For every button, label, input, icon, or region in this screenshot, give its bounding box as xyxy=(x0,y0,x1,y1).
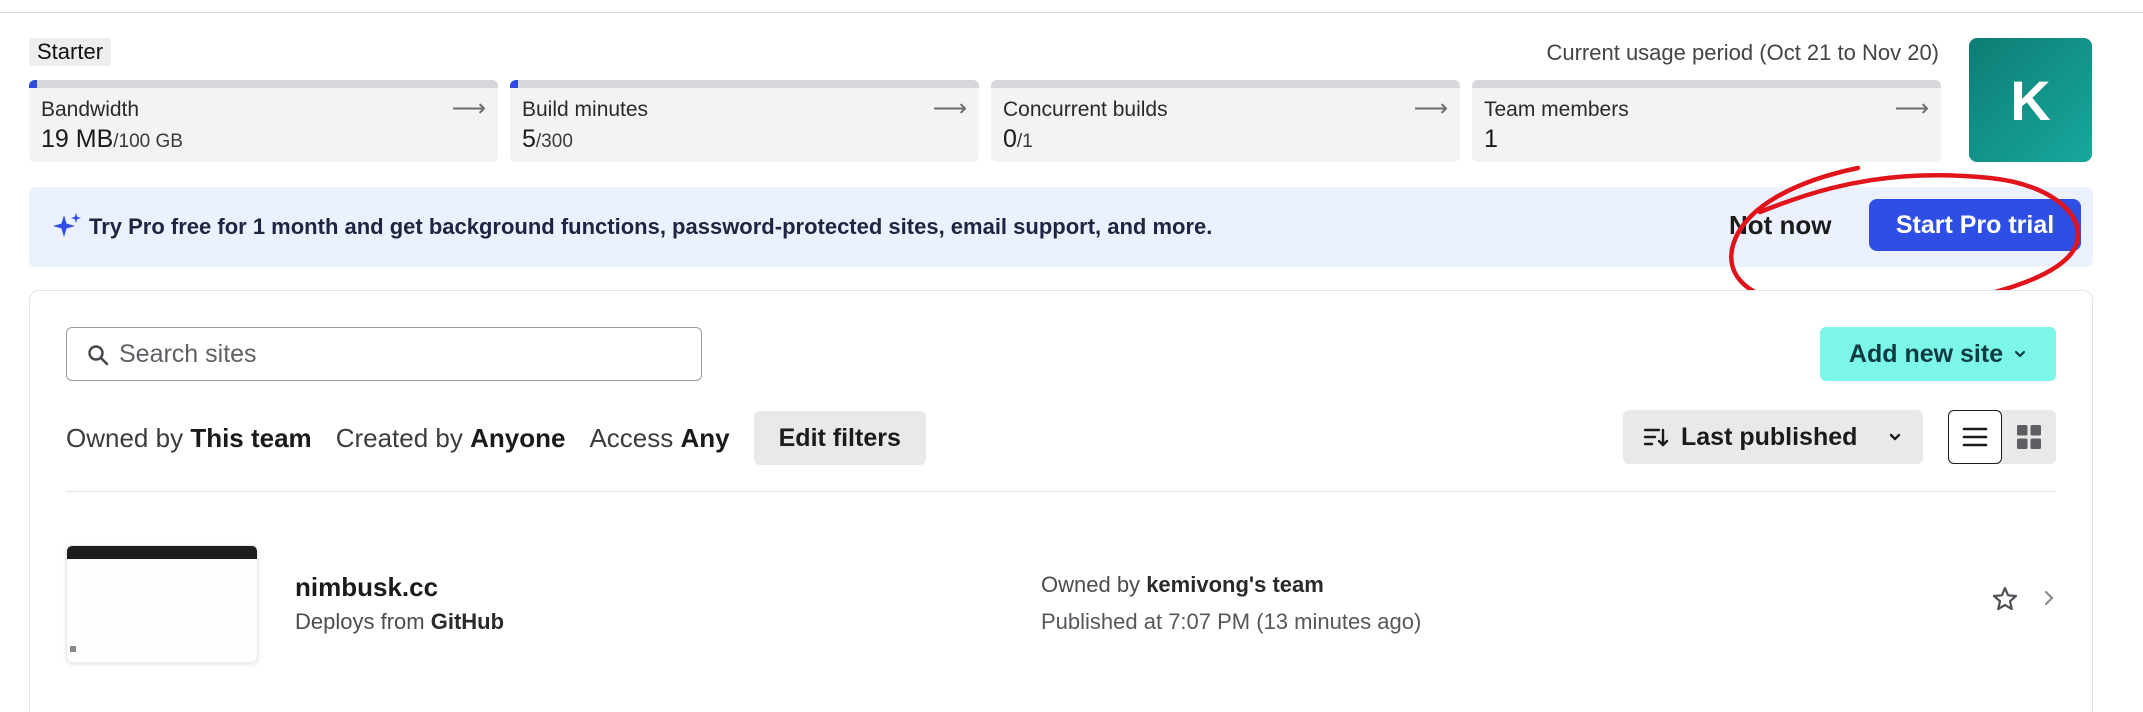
owner-name: kemivong's team xyxy=(1146,572,1324,597)
usage-card-build-minutes[interactable]: Build minutes 5/300 ⟶ xyxy=(510,80,979,162)
sort-dropdown[interactable]: Last published xyxy=(1623,410,1923,464)
site-name[interactable]: nimbusk.cc xyxy=(295,572,438,603)
usage-card-label: Build minutes xyxy=(522,98,649,121)
usage-card-team-members[interactable]: Team members 1 ⟶ xyxy=(1472,80,1941,162)
usage-limit: /100 GB xyxy=(113,131,183,152)
filter-value: Any xyxy=(680,422,730,453)
team-avatar[interactable]: K xyxy=(1969,38,2092,162)
arrow-right-icon: ⟶ xyxy=(1894,95,1929,122)
usage-card-label: Team members xyxy=(1484,98,1629,121)
add-new-site-label: Add new site xyxy=(1848,339,2004,368)
site-published-time: Published at 7:07 PM (13 minutes ago) xyxy=(1041,609,1422,634)
plan-badge: Starter xyxy=(29,38,112,66)
sites-panel: Add new site Owned by This team Created … xyxy=(29,290,2093,712)
not-now-button[interactable]: Not now xyxy=(1729,210,1832,241)
filter-owned-by[interactable]: Owned by This team xyxy=(66,423,312,454)
sort-icon xyxy=(1643,428,1669,447)
filter-access[interactable]: Access Any xyxy=(589,423,729,454)
usage-progress-fill xyxy=(510,80,518,88)
filter-prefix: Owned by xyxy=(66,422,184,453)
usage-progress-bar xyxy=(991,80,1460,88)
usage-card-value: 5/300 xyxy=(522,125,573,154)
site-owner: Owned by kemivong's team xyxy=(1041,572,1324,598)
deploy-prefix: Deploys from xyxy=(295,609,425,634)
usage-value: 0 xyxy=(1003,125,1017,153)
top-divider xyxy=(0,12,2143,13)
chevron-down-icon xyxy=(1889,433,1901,441)
start-pro-trial-button[interactable]: Start Pro trial xyxy=(1869,199,2081,251)
usage-progress-bar xyxy=(29,80,498,88)
sparkle-icon xyxy=(53,213,81,237)
chevron-right-icon[interactable] xyxy=(2040,589,2058,607)
usage-limit: /300 xyxy=(535,131,573,152)
usage-card-bandwidth[interactable]: Bandwidth 19 MB/100 GB ⟶ xyxy=(29,80,498,162)
site-deploy-source: Deploys from GitHub xyxy=(295,609,504,635)
usage-card-value: 19 MB/100 GB xyxy=(41,125,183,154)
filter-prefix: Created by xyxy=(335,422,463,453)
usage-progress-fill xyxy=(29,80,37,88)
grid-icon xyxy=(2017,425,2041,449)
usage-card-label: Concurrent builds xyxy=(1003,98,1168,121)
panel-divider xyxy=(66,491,2056,492)
usage-progress-bar xyxy=(510,80,979,88)
usage-card-value: 1 xyxy=(1484,125,1498,154)
arrow-right-icon: ⟶ xyxy=(451,95,486,122)
filter-value: This team xyxy=(190,422,312,453)
site-thumbnail[interactable] xyxy=(66,545,258,663)
thumbnail-mark xyxy=(70,646,76,652)
usage-progress-bar xyxy=(1472,80,1941,88)
search-icon xyxy=(88,345,109,366)
chevron-down-icon xyxy=(2014,350,2026,358)
view-toggle xyxy=(1948,410,2056,464)
filter-value: Anyone xyxy=(470,422,566,453)
usage-value: 1 xyxy=(1484,125,1498,153)
usage-value: 19 MB xyxy=(41,125,114,153)
arrow-right-icon: ⟶ xyxy=(932,95,967,122)
star-icon[interactable] xyxy=(1991,585,2019,613)
usage-card-concurrent-builds[interactable]: Concurrent builds 0/1 ⟶ xyxy=(991,80,1460,162)
grid-view-button[interactable] xyxy=(2002,410,2056,464)
thumbnail-header xyxy=(67,546,257,559)
usage-limit: /1 xyxy=(1016,131,1033,152)
deploy-source: GitHub xyxy=(430,609,505,634)
site-filters: Owned by This team Created by Anyone Acc… xyxy=(66,411,926,465)
site-row[interactable]: nimbusk.cc Deploys from GitHub Owned by … xyxy=(66,545,2056,675)
pro-trial-banner: Try Pro free for 1 month and get backgro… xyxy=(29,187,2093,267)
owner-prefix: Owned by xyxy=(1041,572,1141,597)
arrow-right-icon: ⟶ xyxy=(1413,95,1448,122)
search-sites-input[interactable] xyxy=(119,336,679,372)
filter-created-by[interactable]: Created by Anyone xyxy=(336,423,566,454)
list-icon xyxy=(1962,427,1988,447)
sort-label: Last published xyxy=(1681,422,1858,451)
edit-filters-button[interactable]: Edit filters xyxy=(753,411,926,465)
usage-cards: Bandwidth 19 MB/100 GB ⟶ Build minutes 5… xyxy=(29,80,1941,162)
filter-prefix: Access xyxy=(589,422,674,453)
search-box[interactable] xyxy=(66,327,702,381)
list-view-button[interactable] xyxy=(1948,410,2002,464)
add-new-site-button[interactable]: Add new site xyxy=(1820,327,2056,381)
promo-text: Try Pro free for 1 month and get backgro… xyxy=(89,214,1213,239)
usage-card-value: 0/1 xyxy=(1003,125,1033,154)
usage-value: 5 xyxy=(522,125,536,153)
usage-card-label: Bandwidth xyxy=(41,98,140,121)
usage-period-label: Current usage period (Oct 21 to Nov 20) xyxy=(1546,40,1939,65)
